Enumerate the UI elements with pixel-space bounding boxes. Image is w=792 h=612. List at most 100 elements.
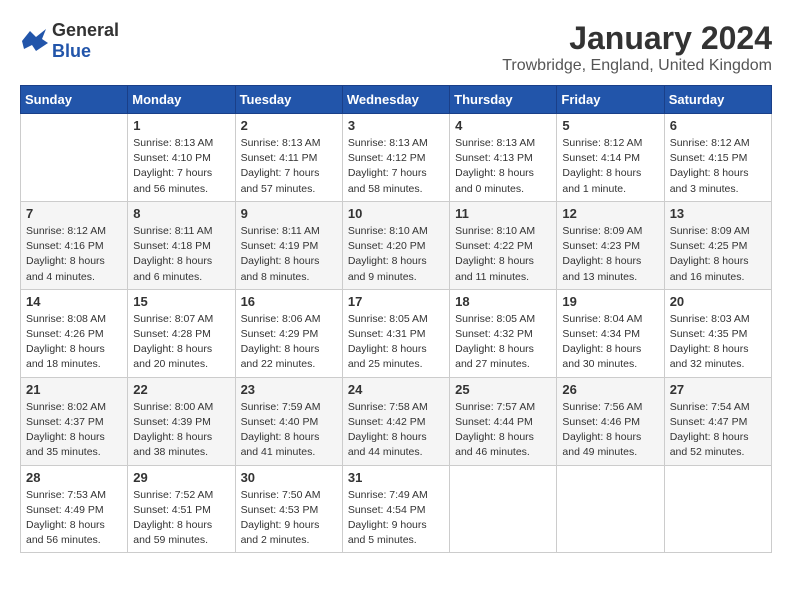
- sunrise-time: Sunrise: 8:05 AM: [455, 313, 535, 325]
- sunset-time: Sunset: 4:11 PM: [241, 152, 318, 164]
- sunrise-time: Sunrise: 7:50 AM: [241, 489, 321, 501]
- daylight-hours: Daylight: 8 hours and 8 minutes.: [241, 255, 320, 282]
- calendar-cell: 25 Sunrise: 7:57 AM Sunset: 4:44 PM Dayl…: [450, 377, 557, 465]
- calendar-cell: 28 Sunrise: 7:53 AM Sunset: 4:49 PM Dayl…: [21, 465, 128, 553]
- header-friday: Friday: [557, 86, 664, 114]
- sunset-time: Sunset: 4:23 PM: [562, 240, 640, 252]
- day-info: Sunrise: 8:13 AM Sunset: 4:11 PM Dayligh…: [241, 136, 337, 197]
- daylight-hours: Daylight: 9 hours and 5 minutes.: [348, 519, 427, 546]
- day-info: Sunrise: 8:13 AM Sunset: 4:12 PM Dayligh…: [348, 136, 444, 197]
- day-info: Sunrise: 7:58 AM Sunset: 4:42 PM Dayligh…: [348, 400, 444, 461]
- location-subtitle: Trowbridge, England, United Kingdom: [502, 57, 772, 75]
- daylight-hours: Daylight: 8 hours and 9 minutes.: [348, 255, 427, 282]
- header-tuesday: Tuesday: [235, 86, 342, 114]
- daylight-hours: Daylight: 8 hours and 3 minutes.: [670, 167, 749, 194]
- sunset-time: Sunset: 4:32 PM: [455, 328, 533, 340]
- sunrise-time: Sunrise: 8:08 AM: [26, 313, 106, 325]
- calendar-cell: 19 Sunrise: 8:04 AM Sunset: 4:34 PM Dayl…: [557, 289, 664, 377]
- header-saturday: Saturday: [664, 86, 771, 114]
- day-info: Sunrise: 8:00 AM Sunset: 4:39 PM Dayligh…: [133, 400, 229, 461]
- sunrise-time: Sunrise: 7:57 AM: [455, 401, 535, 413]
- calendar-cell: 29 Sunrise: 7:52 AM Sunset: 4:51 PM Dayl…: [128, 465, 235, 553]
- daylight-hours: Daylight: 8 hours and 32 minutes.: [670, 343, 749, 370]
- sunset-time: Sunset: 4:12 PM: [348, 152, 426, 164]
- sunset-time: Sunset: 4:22 PM: [455, 240, 533, 252]
- calendar-cell: 22 Sunrise: 8:00 AM Sunset: 4:39 PM Dayl…: [128, 377, 235, 465]
- day-number: 31: [348, 470, 444, 485]
- calendar-cell: 27 Sunrise: 7:54 AM Sunset: 4:47 PM Dayl…: [664, 377, 771, 465]
- day-number: 21: [26, 382, 122, 397]
- calendar-cell: 13 Sunrise: 8:09 AM Sunset: 4:25 PM Dayl…: [664, 201, 771, 289]
- day-info: Sunrise: 8:12 AM Sunset: 4:15 PM Dayligh…: [670, 136, 766, 197]
- sunrise-time: Sunrise: 7:53 AM: [26, 489, 106, 501]
- logo-blue: Blue: [52, 41, 91, 61]
- day-info: Sunrise: 7:53 AM Sunset: 4:49 PM Dayligh…: [26, 488, 122, 549]
- sunrise-time: Sunrise: 7:52 AM: [133, 489, 213, 501]
- sunset-time: Sunset: 4:31 PM: [348, 328, 426, 340]
- sunrise-time: Sunrise: 8:12 AM: [670, 137, 750, 149]
- sunset-time: Sunset: 4:40 PM: [241, 416, 319, 428]
- sunset-time: Sunset: 4:53 PM: [241, 504, 319, 516]
- calendar-cell: 1 Sunrise: 8:13 AM Sunset: 4:10 PM Dayli…: [128, 114, 235, 202]
- sunrise-time: Sunrise: 8:11 AM: [241, 225, 320, 237]
- daylight-hours: Daylight: 8 hours and 38 minutes.: [133, 431, 212, 458]
- calendar-cell: 11 Sunrise: 8:10 AM Sunset: 4:22 PM Dayl…: [450, 201, 557, 289]
- day-info: Sunrise: 8:03 AM Sunset: 4:35 PM Dayligh…: [670, 312, 766, 373]
- sunrise-time: Sunrise: 8:12 AM: [26, 225, 106, 237]
- day-info: Sunrise: 7:50 AM Sunset: 4:53 PM Dayligh…: [241, 488, 337, 549]
- day-info: Sunrise: 8:08 AM Sunset: 4:26 PM Dayligh…: [26, 312, 122, 373]
- logo: General Blue: [20, 20, 119, 62]
- daylight-hours: Daylight: 7 hours and 57 minutes.: [241, 167, 320, 194]
- calendar-cell: 15 Sunrise: 8:07 AM Sunset: 4:28 PM Dayl…: [128, 289, 235, 377]
- daylight-hours: Daylight: 8 hours and 20 minutes.: [133, 343, 212, 370]
- sunrise-time: Sunrise: 8:05 AM: [348, 313, 428, 325]
- sunset-time: Sunset: 4:14 PM: [562, 152, 640, 164]
- daylight-hours: Daylight: 8 hours and 13 minutes.: [562, 255, 641, 282]
- calendar-cell: 26 Sunrise: 7:56 AM Sunset: 4:46 PM Dayl…: [557, 377, 664, 465]
- day-number: 25: [455, 382, 551, 397]
- logo-bird-icon: [20, 29, 48, 53]
- day-number: 11: [455, 206, 551, 221]
- daylight-hours: Daylight: 8 hours and 6 minutes.: [133, 255, 212, 282]
- day-number: 2: [241, 118, 337, 133]
- day-number: 26: [562, 382, 658, 397]
- header-thursday: Thursday: [450, 86, 557, 114]
- day-number: 8: [133, 206, 229, 221]
- day-info: Sunrise: 7:56 AM Sunset: 4:46 PM Dayligh…: [562, 400, 658, 461]
- daylight-hours: Daylight: 8 hours and 49 minutes.: [562, 431, 641, 458]
- daylight-hours: Daylight: 8 hours and 25 minutes.: [348, 343, 427, 370]
- daylight-hours: Daylight: 8 hours and 59 minutes.: [133, 519, 212, 546]
- day-info: Sunrise: 8:13 AM Sunset: 4:10 PM Dayligh…: [133, 136, 229, 197]
- calendar-header-row: Sunday Monday Tuesday Wednesday Thursday…: [21, 86, 772, 114]
- day-info: Sunrise: 7:52 AM Sunset: 4:51 PM Dayligh…: [133, 488, 229, 549]
- day-number: 18: [455, 294, 551, 309]
- sunrise-time: Sunrise: 7:56 AM: [562, 401, 642, 413]
- sunrise-time: Sunrise: 7:54 AM: [670, 401, 750, 413]
- day-number: 15: [133, 294, 229, 309]
- calendar-cell: 7 Sunrise: 8:12 AM Sunset: 4:16 PM Dayli…: [21, 201, 128, 289]
- calendar-week-row: 7 Sunrise: 8:12 AM Sunset: 4:16 PM Dayli…: [21, 201, 772, 289]
- sunset-time: Sunset: 4:15 PM: [670, 152, 748, 164]
- header-monday: Monday: [128, 86, 235, 114]
- day-number: 23: [241, 382, 337, 397]
- day-number: 9: [241, 206, 337, 221]
- day-info: Sunrise: 8:12 AM Sunset: 4:14 PM Dayligh…: [562, 136, 658, 197]
- daylight-hours: Daylight: 8 hours and 18 minutes.: [26, 343, 105, 370]
- daylight-hours: Daylight: 8 hours and 4 minutes.: [26, 255, 105, 282]
- daylight-hours: Daylight: 8 hours and 52 minutes.: [670, 431, 749, 458]
- calendar-table: Sunday Monday Tuesday Wednesday Thursday…: [20, 85, 772, 553]
- day-info: Sunrise: 8:09 AM Sunset: 4:23 PM Dayligh…: [562, 224, 658, 285]
- day-info: Sunrise: 8:05 AM Sunset: 4:32 PM Dayligh…: [455, 312, 551, 373]
- day-number: 24: [348, 382, 444, 397]
- calendar-cell: [557, 465, 664, 553]
- sunset-time: Sunset: 4:19 PM: [241, 240, 319, 252]
- sunset-time: Sunset: 4:44 PM: [455, 416, 533, 428]
- title-section: January 2024 Trowbridge, England, United…: [502, 20, 772, 75]
- sunset-time: Sunset: 4:54 PM: [348, 504, 426, 516]
- day-info: Sunrise: 8:12 AM Sunset: 4:16 PM Dayligh…: [26, 224, 122, 285]
- calendar-cell: 12 Sunrise: 8:09 AM Sunset: 4:23 PM Dayl…: [557, 201, 664, 289]
- calendar-week-row: 28 Sunrise: 7:53 AM Sunset: 4:49 PM Dayl…: [21, 465, 772, 553]
- calendar-cell: 9 Sunrise: 8:11 AM Sunset: 4:19 PM Dayli…: [235, 201, 342, 289]
- calendar-cell: 10 Sunrise: 8:10 AM Sunset: 4:20 PM Dayl…: [342, 201, 449, 289]
- sunrise-time: Sunrise: 8:04 AM: [562, 313, 642, 325]
